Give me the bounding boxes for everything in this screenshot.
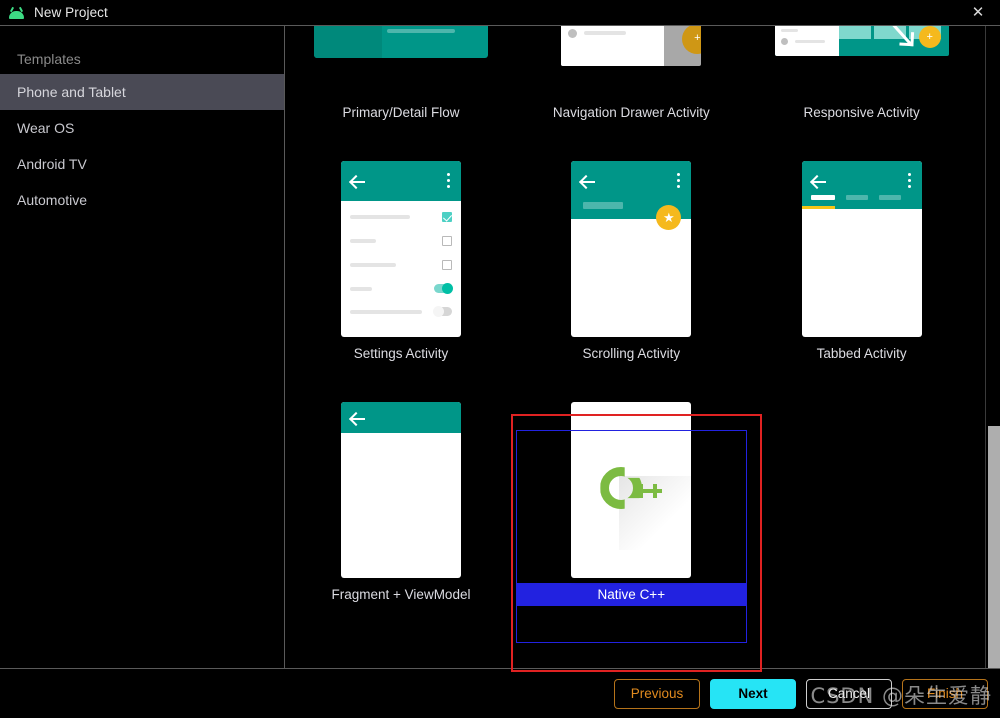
template-card-primary-detail-flow[interactable]: Primary/Detail Flow (286, 26, 516, 149)
template-label: Primary/Detail Flow (342, 105, 460, 120)
fab-star-icon: ★ (656, 205, 682, 230)
settings-thumbnail-icon (341, 161, 461, 337)
template-card-empty (747, 390, 977, 631)
overflow-menu-icon (907, 173, 911, 191)
close-icon[interactable]: ✕ (956, 0, 1000, 25)
template-thumbnail: + (774, 26, 949, 96)
template-label: Settings Activity (353, 346, 449, 361)
template-thumbnail (775, 161, 949, 337)
template-grid: Primary/Detail Flow + Navigation Drawer … (286, 26, 977, 631)
template-label: Scrolling Activity (582, 346, 681, 361)
scrollbar-thumb[interactable] (988, 426, 1000, 675)
sidebar-item-label: Android TV (17, 156, 87, 172)
fragment-viewmodel-thumbnail-icon (341, 402, 461, 578)
back-arrow-icon (811, 174, 827, 189)
next-button[interactable]: Next (710, 678, 796, 709)
template-thumbnail (544, 402, 718, 578)
title-bar: New Project ✕ (0, 0, 1000, 26)
previous-button[interactable]: Previous (614, 678, 700, 709)
template-card-responsive-activity[interactable]: + Responsive Activity (747, 26, 977, 149)
template-card-settings-activity[interactable]: Settings Activity (286, 149, 516, 390)
template-label: Fragment + ViewModel (331, 587, 471, 602)
sidebar-item-label: Automotive (17, 192, 88, 208)
template-thumbnail (314, 402, 488, 578)
nav-drawer-thumbnail-icon: + (561, 26, 702, 66)
template-thumbnail: + (544, 26, 718, 96)
template-card-fragment-viewmodel[interactable]: Fragment + ViewModel (286, 390, 516, 631)
template-label: Native C++ (516, 583, 747, 606)
sidebar-item-android-tv[interactable]: Android TV (0, 146, 284, 182)
template-label: Tabbed Activity (816, 346, 907, 361)
cpp-logo-icon (571, 402, 692, 578)
android-robot-icon (8, 6, 25, 19)
back-arrow-icon (351, 174, 366, 189)
template-card-native-cpp[interactable]: Native C++ (516, 390, 747, 631)
scrolling-thumbnail-icon: ★ (571, 161, 692, 337)
back-arrow-icon (351, 411, 366, 426)
new-project-dialog: New Project ✕ Templates Phone and Tablet… (0, 0, 1000, 718)
overflow-menu-icon (447, 173, 450, 191)
template-thumbnail (314, 161, 488, 337)
window-title: New Project (34, 5, 108, 20)
tab-indicator (801, 206, 835, 209)
dialog-footer: Previous Next Cancel Finish (0, 668, 1000, 718)
sidebar: Templates Phone and Tablet Wear OS Andro… (0, 26, 285, 668)
template-card-scrolling-activity[interactable]: ★ Scrolling Activity (516, 149, 746, 390)
fab-add-icon: + (682, 26, 702, 54)
sidebar-item-phone-and-tablet[interactable]: Phone and Tablet (0, 74, 284, 110)
back-arrow-icon (581, 174, 596, 189)
template-thumbnail: ★ (544, 161, 718, 337)
template-thumbnail (314, 26, 488, 96)
overflow-menu-icon (677, 173, 681, 191)
finish-button[interactable]: Finish (902, 678, 988, 709)
tabbed-thumbnail-icon (801, 161, 922, 337)
sidebar-item-automotive[interactable]: Automotive (0, 182, 284, 218)
template-gallery: Primary/Detail Flow + Navigation Drawer … (286, 26, 977, 668)
vertical-scrollbar[interactable] (985, 26, 1000, 675)
tab-strip (810, 195, 901, 200)
sidebar-item-wear-os[interactable]: Wear OS (0, 110, 284, 146)
sidebar-item-label: Phone and Tablet (17, 84, 126, 100)
responsive-thumbnail-icon: + (774, 26, 949, 56)
primary-detail-thumbnail-icon (314, 26, 488, 58)
fab-add-icon: + (918, 26, 941, 48)
template-label: Navigation Drawer Activity (552, 105, 710, 120)
template-label: Responsive Activity (803, 105, 920, 120)
cancel-button[interactable]: Cancel (806, 678, 892, 709)
template-card-tabbed-activity[interactable]: Tabbed Activity (747, 149, 977, 390)
sidebar-item-label: Wear OS (17, 120, 75, 136)
template-card-navigation-drawer-activity[interactable]: + Navigation Drawer Activity (516, 26, 746, 149)
sidebar-header: Templates (17, 51, 81, 67)
